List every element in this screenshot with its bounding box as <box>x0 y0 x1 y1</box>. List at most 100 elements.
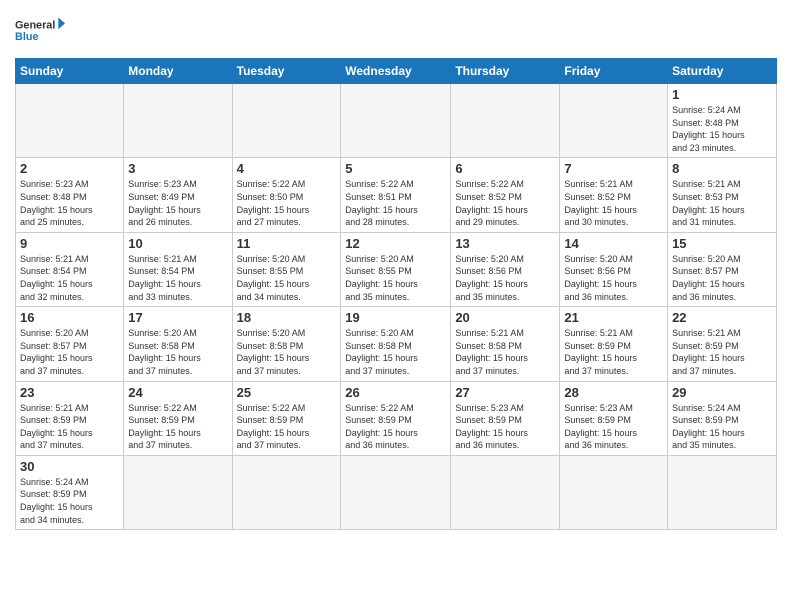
logo-svg: General Blue <box>15 10 65 50</box>
day-number: 29 <box>672 385 772 400</box>
day-info: Sunrise: 5:22 AMSunset: 8:50 PMDaylight:… <box>237 178 337 228</box>
weekday-header-sunday: Sunday <box>16 59 124 84</box>
day-number: 7 <box>564 161 663 176</box>
day-info: Sunrise: 5:22 AMSunset: 8:59 PMDaylight:… <box>128 402 227 452</box>
day-info: Sunrise: 5:24 AMSunset: 8:48 PMDaylight:… <box>672 104 772 154</box>
day-info: Sunrise: 5:21 AMSunset: 8:59 PMDaylight:… <box>20 402 119 452</box>
calendar-cell: 19 Sunrise: 5:20 AMSunset: 8:58 PMDayligh… <box>341 307 451 381</box>
calendar-cell: 22 Sunrise: 5:21 AMSunset: 8:59 PMDayligh… <box>668 307 777 381</box>
day-info: Sunrise: 5:20 AMSunset: 8:57 PMDaylight:… <box>20 327 119 377</box>
day-number: 27 <box>455 385 555 400</box>
day-info: Sunrise: 5:21 AMSunset: 8:59 PMDaylight:… <box>672 327 772 377</box>
calendar-cell: 27 Sunrise: 5:23 AMSunset: 8:59 PMDayligh… <box>451 381 560 455</box>
weekday-header-friday: Friday <box>560 59 668 84</box>
weekday-header-saturday: Saturday <box>668 59 777 84</box>
weekday-header-wednesday: Wednesday <box>341 59 451 84</box>
calendar: SundayMondayTuesdayWednesdayThursdayFrid… <box>15 58 777 530</box>
day-info: Sunrise: 5:20 AMSunset: 8:55 PMDaylight:… <box>345 253 446 303</box>
calendar-cell: 30 Sunrise: 5:24 AMSunset: 8:59 PMDayligh… <box>16 455 124 529</box>
calendar-cell <box>560 455 668 529</box>
day-number: 25 <box>237 385 337 400</box>
day-number: 14 <box>564 236 663 251</box>
week-row-1: 2 Sunrise: 5:23 AMSunset: 8:48 PMDaylight… <box>16 158 777 232</box>
calendar-cell: 29 Sunrise: 5:24 AMSunset: 8:59 PMDayligh… <box>668 381 777 455</box>
calendar-cell <box>668 455 777 529</box>
day-info: Sunrise: 5:24 AMSunset: 8:59 PMDaylight:… <box>672 402 772 452</box>
calendar-cell: 16 Sunrise: 5:20 AMSunset: 8:57 PMDayligh… <box>16 307 124 381</box>
day-info: Sunrise: 5:21 AMSunset: 8:58 PMDaylight:… <box>455 327 555 377</box>
calendar-cell: 28Sunrise: 5:23 AMSunset: 8:59 PMDayligh… <box>560 381 668 455</box>
week-row-4: 23Sunrise: 5:21 AMSunset: 8:59 PMDayligh… <box>16 381 777 455</box>
day-info: Sunrise: 5:20 AMSunset: 8:55 PMDaylight:… <box>237 253 337 303</box>
calendar-cell: 15 Sunrise: 5:20 AMSunset: 8:57 PMDayligh… <box>668 232 777 306</box>
day-info: Sunrise: 5:20 AMSunset: 8:57 PMDaylight:… <box>672 253 772 303</box>
logo: General Blue <box>15 10 65 50</box>
day-info: Sunrise: 5:20 AMSunset: 8:58 PMDaylight:… <box>345 327 446 377</box>
calendar-cell <box>451 455 560 529</box>
calendar-cell: 23Sunrise: 5:21 AMSunset: 8:59 PMDayligh… <box>16 381 124 455</box>
calendar-cell: 12Sunrise: 5:20 AMSunset: 8:55 PMDayligh… <box>341 232 451 306</box>
day-info: Sunrise: 5:20 AMSunset: 8:58 PMDaylight:… <box>128 327 227 377</box>
weekday-header-tuesday: Tuesday <box>232 59 341 84</box>
calendar-cell: 5 Sunrise: 5:22 AMSunset: 8:51 PMDaylight… <box>341 158 451 232</box>
weekday-header-monday: Monday <box>124 59 232 84</box>
day-info: Sunrise: 5:23 AMSunset: 8:48 PMDaylight:… <box>20 178 119 228</box>
week-row-0: 1Sunrise: 5:24 AMSunset: 8:48 PMDaylight… <box>16 84 777 158</box>
day-number: 2 <box>20 161 119 176</box>
day-info: Sunrise: 5:20 AMSunset: 8:58 PMDaylight:… <box>237 327 337 377</box>
calendar-cell: 7 Sunrise: 5:21 AMSunset: 8:52 PMDaylight… <box>560 158 668 232</box>
calendar-cell <box>232 84 341 158</box>
week-row-2: 9Sunrise: 5:21 AMSunset: 8:54 PMDaylight… <box>16 232 777 306</box>
calendar-cell: 6Sunrise: 5:22 AMSunset: 8:52 PMDaylight… <box>451 158 560 232</box>
day-number: 21 <box>564 310 663 325</box>
day-number: 22 <box>672 310 772 325</box>
day-info: Sunrise: 5:23 AMSunset: 8:59 PMDaylight:… <box>455 402 555 452</box>
calendar-cell: 2 Sunrise: 5:23 AMSunset: 8:48 PMDaylight… <box>16 158 124 232</box>
day-info: Sunrise: 5:22 AMSunset: 8:52 PMDaylight:… <box>455 178 555 228</box>
day-number: 11 <box>237 236 337 251</box>
calendar-cell: 10Sunrise: 5:21 AMSunset: 8:54 PMDayligh… <box>124 232 232 306</box>
day-number: 5 <box>345 161 446 176</box>
day-number: 8 <box>672 161 772 176</box>
calendar-cell <box>341 84 451 158</box>
day-info: Sunrise: 5:21 AMSunset: 8:59 PMDaylight:… <box>564 327 663 377</box>
day-number: 20 <box>455 310 555 325</box>
day-info: Sunrise: 5:20 AMSunset: 8:56 PMDaylight:… <box>455 253 555 303</box>
day-number: 3 <box>128 161 227 176</box>
calendar-cell: 25 Sunrise: 5:22 AMSunset: 8:59 PMDayligh… <box>232 381 341 455</box>
day-number: 26 <box>345 385 446 400</box>
day-info: Sunrise: 5:22 AMSunset: 8:59 PMDaylight:… <box>237 402 337 452</box>
day-number: 15 <box>672 236 772 251</box>
day-number: 13 <box>455 236 555 251</box>
calendar-cell <box>124 455 232 529</box>
calendar-cell <box>341 455 451 529</box>
weekday-header-row: SundayMondayTuesdayWednesdayThursdayFrid… <box>16 59 777 84</box>
day-info: Sunrise: 5:23 AMSunset: 8:49 PMDaylight:… <box>128 178 227 228</box>
calendar-cell: 17 Sunrise: 5:20 AMSunset: 8:58 PMDayligh… <box>124 307 232 381</box>
day-info: Sunrise: 5:23 AMSunset: 8:59 PMDaylight:… <box>564 402 663 452</box>
day-info: Sunrise: 5:20 AMSunset: 8:56 PMDaylight:… <box>564 253 663 303</box>
calendar-cell <box>16 84 124 158</box>
calendar-cell: 13 Sunrise: 5:20 AMSunset: 8:56 PMDayligh… <box>451 232 560 306</box>
calendar-cell: 18Sunrise: 5:20 AMSunset: 8:58 PMDayligh… <box>232 307 341 381</box>
day-number: 19 <box>345 310 446 325</box>
day-number: 30 <box>20 459 119 474</box>
calendar-cell: 3 Sunrise: 5:23 AMSunset: 8:49 PMDaylight… <box>124 158 232 232</box>
calendar-cell <box>232 455 341 529</box>
day-info: Sunrise: 5:21 AMSunset: 8:53 PMDaylight:… <box>672 178 772 228</box>
day-number: 10 <box>128 236 227 251</box>
day-number: 16 <box>20 310 119 325</box>
header: General Blue <box>15 10 777 50</box>
week-row-5: 30 Sunrise: 5:24 AMSunset: 8:59 PMDayligh… <box>16 455 777 529</box>
svg-text:General: General <box>15 19 55 31</box>
day-info: Sunrise: 5:22 AMSunset: 8:51 PMDaylight:… <box>345 178 446 228</box>
calendar-cell <box>451 84 560 158</box>
calendar-cell: 26Sunrise: 5:22 AMSunset: 8:59 PMDayligh… <box>341 381 451 455</box>
week-row-3: 16 Sunrise: 5:20 AMSunset: 8:57 PMDayligh… <box>16 307 777 381</box>
day-number: 17 <box>128 310 227 325</box>
day-number: 4 <box>237 161 337 176</box>
day-info: Sunrise: 5:24 AMSunset: 8:59 PMDaylight:… <box>20 476 119 526</box>
weekday-header-thursday: Thursday <box>451 59 560 84</box>
day-info: Sunrise: 5:21 AMSunset: 8:52 PMDaylight:… <box>564 178 663 228</box>
calendar-cell: 9Sunrise: 5:21 AMSunset: 8:54 PMDaylight… <box>16 232 124 306</box>
